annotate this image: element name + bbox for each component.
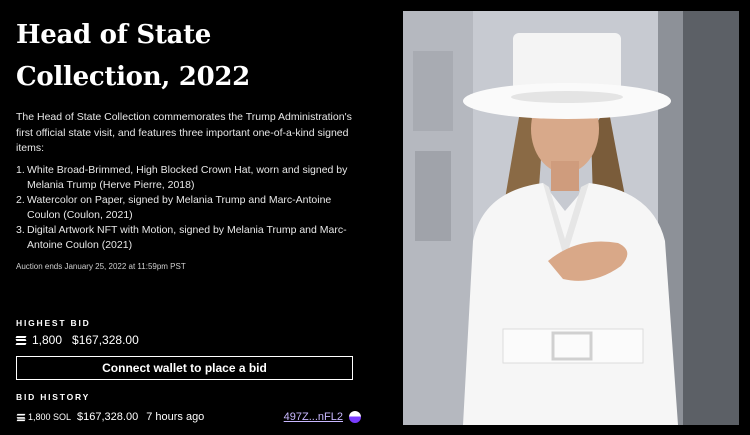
- list-item-number: 2.: [16, 194, 25, 206]
- list-item: 3. Digital Artwork NFT with Motion, sign…: [16, 223, 361, 253]
- bidder-address-link[interactable]: 497Z...nFL2: [284, 411, 343, 423]
- bid-time: 7 hours ago: [146, 411, 205, 423]
- info-panel: Head of State Collection, 2022 The Head …: [15, 0, 361, 435]
- photo-illustration: [403, 11, 739, 425]
- list-item-text: White Broad-Brimmed, High Blocked Crown …: [27, 164, 348, 191]
- highest-bid-usd: $167,328.00: [72, 333, 139, 347]
- solana-icon: [16, 413, 26, 421]
- bid-usd-amount: $167,328.00: [77, 411, 139, 423]
- highest-bid-label: HIGHEST BID: [16, 318, 91, 328]
- list-item-text: Watercolor on Paper, signed by Melania T…: [27, 194, 332, 221]
- bid-sol-amount: 1,800 SOL: [28, 412, 72, 422]
- auction-end-text: Auction ends January 25, 2022 at 11:59pm…: [16, 262, 186, 271]
- collection-description: The Head of State Collection commemorate…: [16, 111, 352, 154]
- solana-icon: [15, 335, 27, 345]
- highest-bid-sol: 1,800: [32, 333, 63, 347]
- bid-history-row: 1,800 SOL $167,328.00 7 hours ago 497Z..…: [16, 409, 361, 425]
- highest-bid-amount: 1,800 $167,328.00: [15, 333, 139, 347]
- list-item-number: 3.: [16, 224, 25, 236]
- bid-history-label: BID HISTORY: [16, 392, 91, 402]
- list-item-number: 1.: [16, 164, 25, 176]
- page-title: Head of State Collection, 2022: [16, 20, 250, 92]
- list-item-text: Digital Artwork NFT with Motion, signed …: [27, 224, 347, 251]
- wallet-avatar-icon[interactable]: [349, 411, 361, 423]
- list-item: 2. Watercolor on Paper, signed by Melani…: [16, 193, 361, 223]
- connect-wallet-button[interactable]: Connect wallet to place a bid: [16, 356, 353, 380]
- collection-photo: [403, 11, 739, 425]
- list-item: 1. White Broad-Brimmed, High Blocked Cro…: [16, 163, 361, 193]
- signed-items-list: 1. White Broad-Brimmed, High Blocked Cro…: [16, 163, 361, 253]
